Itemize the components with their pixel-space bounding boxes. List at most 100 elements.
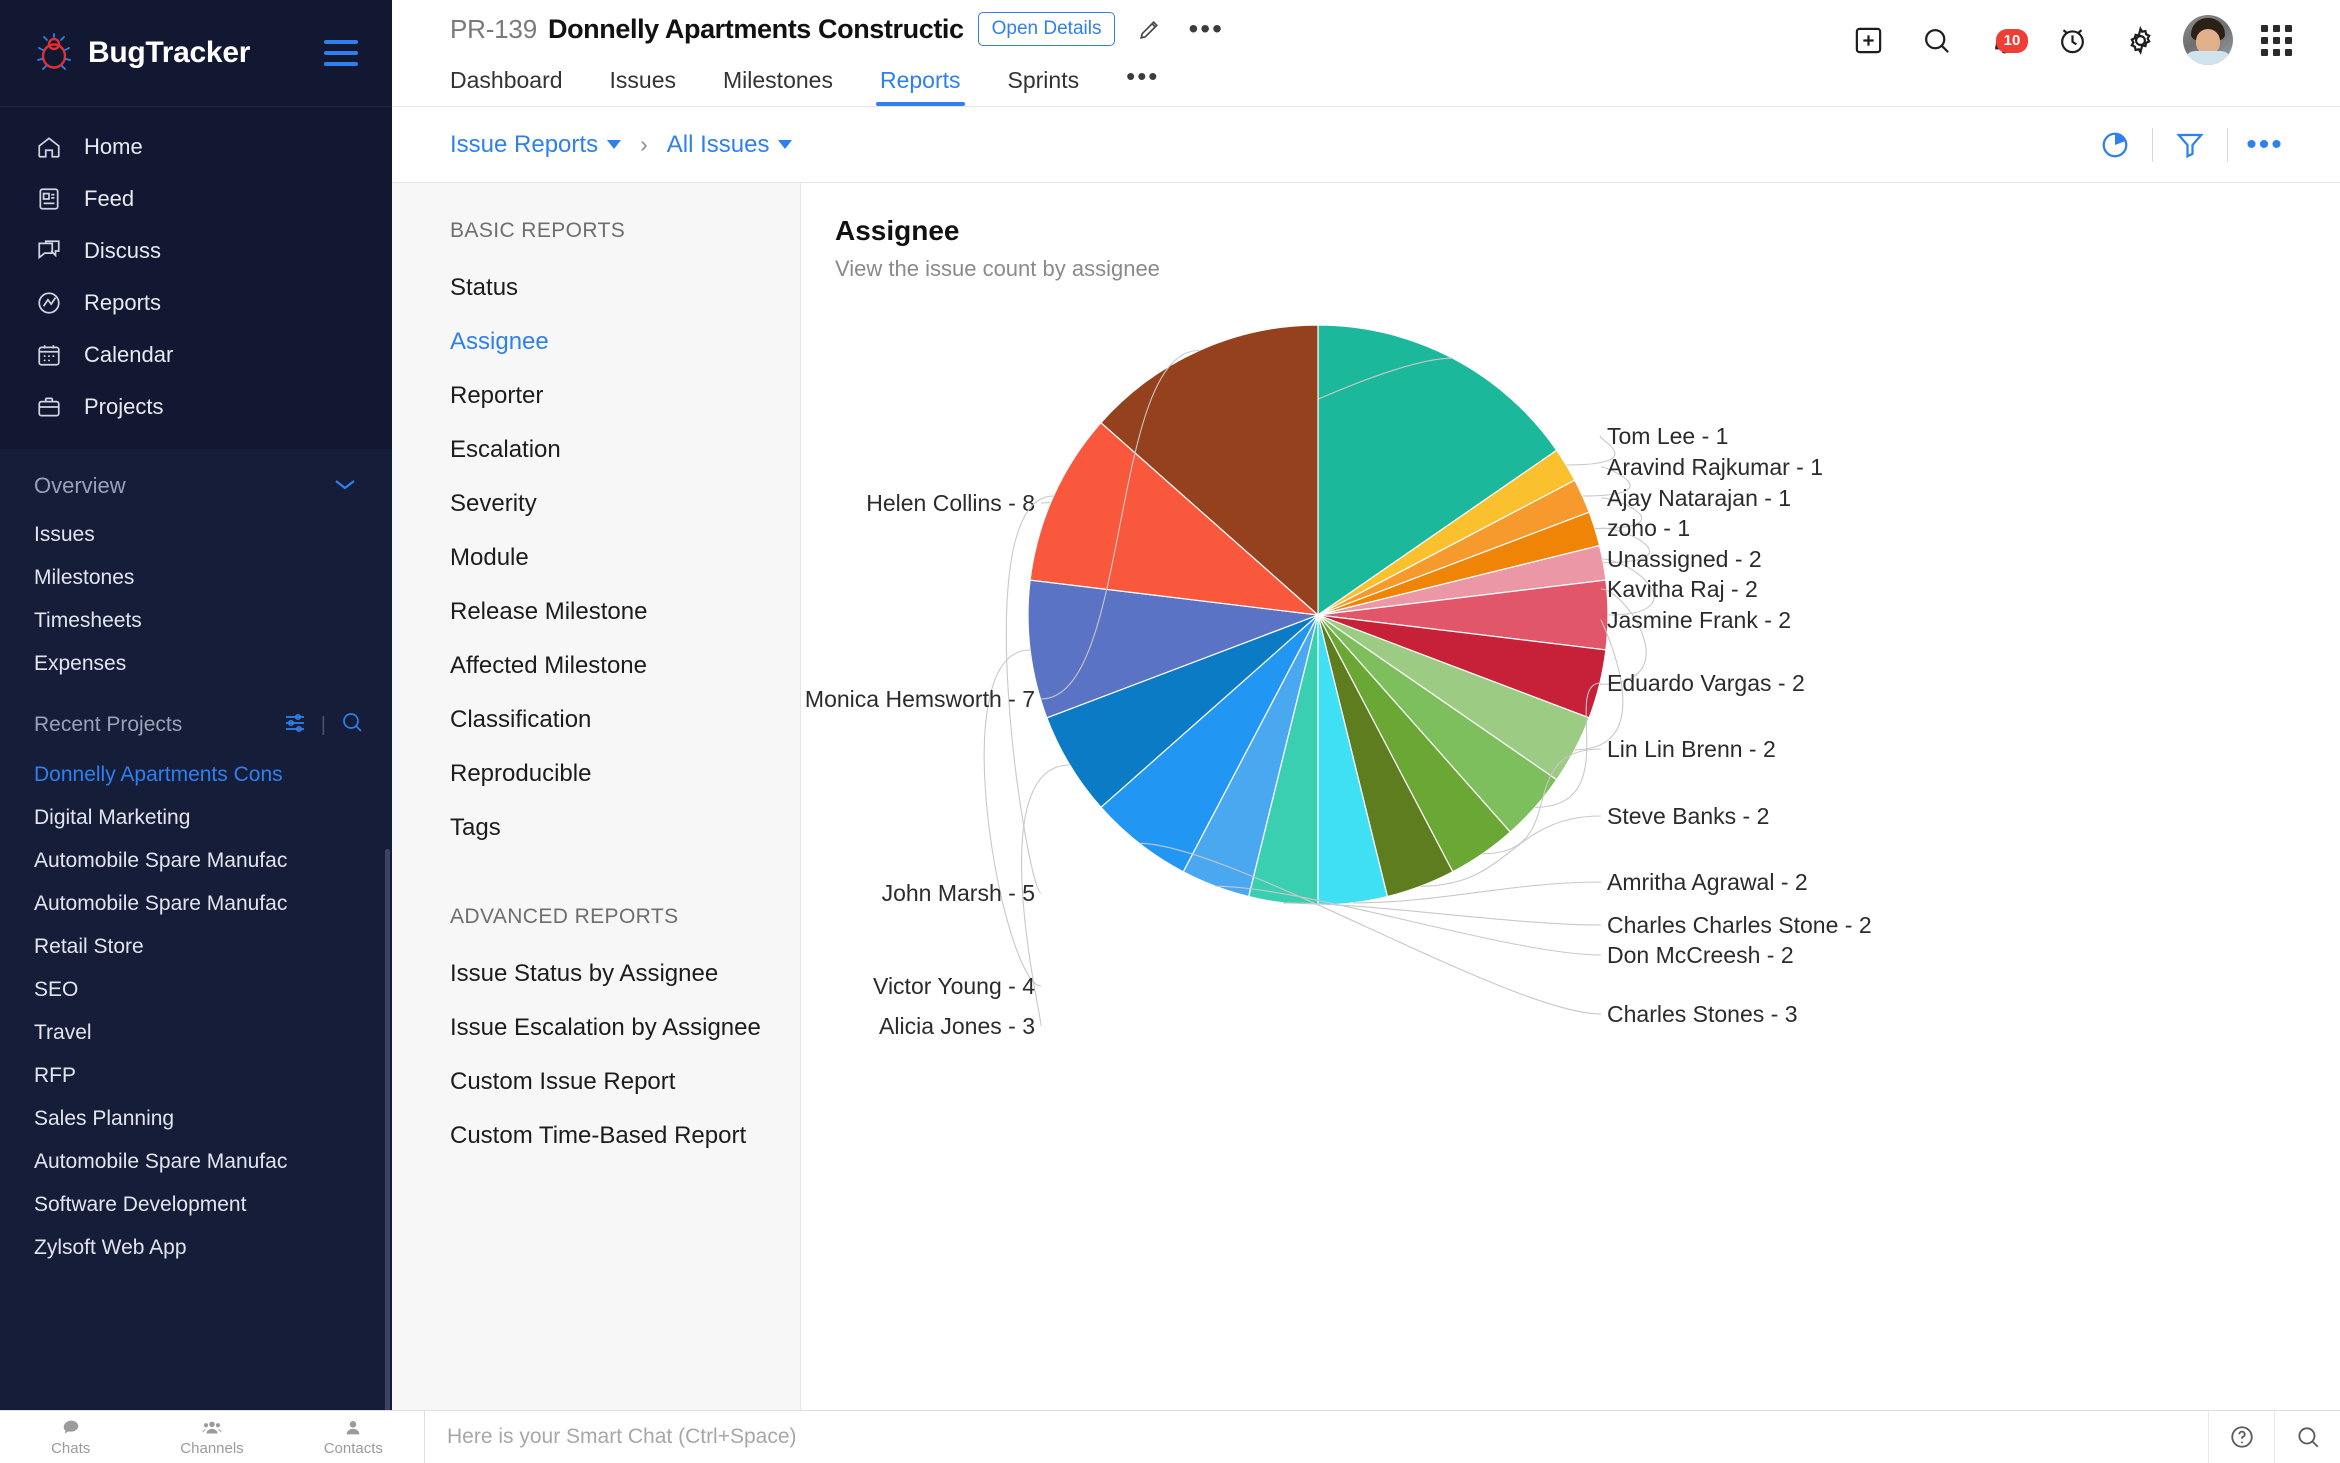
pie-slice-label: Aravind Rajkumar - 1 <box>1607 454 1823 480</box>
open-details-button[interactable]: Open Details <box>978 12 1116 46</box>
pie-chart-svg[interactable]: Helen Collins - 8Tom Lee - 1Aravind Rajk… <box>801 183 2309 1413</box>
tab-label: Milestones <box>723 67 833 93</box>
sidebar-item-milestones[interactable]: Milestones <box>0 556 392 599</box>
recent-project-item[interactable]: Retail Store <box>0 925 392 968</box>
tab-dashboard[interactable]: Dashboard <box>450 67 563 106</box>
sidebar-item-label: Home <box>84 134 143 160</box>
report-item-label: Tags <box>450 814 501 842</box>
report-item-reporter[interactable]: Reporter <box>392 369 800 423</box>
report-item-status[interactable]: Status <box>392 261 800 315</box>
report-item-escalation[interactable]: Escalation <box>392 423 800 477</box>
recent-project-item[interactable]: Donnelly Apartments Cons <box>0 753 392 796</box>
recent-project-item[interactable]: Automobile Spare Manufac <box>0 839 392 882</box>
recent-project-label: Software Development <box>34 1193 246 1217</box>
sidebar-item-expenses[interactable]: Expenses <box>0 642 392 685</box>
recent-project-item[interactable]: Software Development <box>0 1183 392 1226</box>
recent-projects-label: Recent Projects <box>34 713 182 737</box>
report-item-tags[interactable]: Tags <box>392 801 800 855</box>
report-item-severity[interactable]: Severity <box>392 477 800 531</box>
recent-project-item[interactable]: Sales Planning <box>0 1097 392 1140</box>
recent-project-item[interactable]: SEO <box>0 968 392 1011</box>
sidebar-item-reports[interactable]: Reports <box>0 277 392 329</box>
recent-project-item[interactable]: Digital Marketing <box>0 796 392 839</box>
recent-project-item[interactable]: RFP <box>0 1054 392 1097</box>
add-icon[interactable] <box>1834 25 1902 56</box>
recent-project-item[interactable]: Zylsoft Web App <box>0 1226 392 1269</box>
dock-item-contacts[interactable]: Contacts <box>283 1417 424 1457</box>
report-item-custom-issue-report[interactable]: Custom Issue Report <box>392 1055 800 1109</box>
report-item-issue-status-by-assignee[interactable]: Issue Status by Assignee <box>392 947 800 1001</box>
report-item-custom-time-based-report[interactable]: Custom Time-Based Report <box>392 1109 800 1163</box>
dock-item-chats[interactable]: Chats <box>0 1417 141 1457</box>
gear-icon[interactable] <box>2106 25 2174 56</box>
smart-chat-input[interactable]: Here is your Smart Chat (Ctrl+Space) <box>425 1425 797 1449</box>
sidebar-item-feed[interactable]: Feed <box>0 173 392 225</box>
sidebar-item-home[interactable]: Home <box>0 121 392 173</box>
filter-settings-icon[interactable] <box>283 710 307 740</box>
tabs-more-icon[interactable]: ••• <box>1126 61 1159 106</box>
dock-item-channels[interactable]: Channels <box>141 1417 282 1457</box>
sidebar-item-calendar[interactable]: Calendar <box>0 329 392 381</box>
report-item-label: Assignee <box>450 328 549 356</box>
recent-project-label: RFP <box>34 1064 76 1088</box>
sidebar-scrollbar[interactable] <box>385 849 390 1463</box>
recent-projects-header: Recent Projects | <box>0 697 392 753</box>
recent-project-item[interactable]: Automobile Spare Manufac <box>0 882 392 925</box>
tab-milestones[interactable]: Milestones <box>723 67 833 106</box>
search-icon[interactable] <box>340 710 364 740</box>
sidebar-item-issues[interactable]: Issues <box>0 513 392 556</box>
report-item-label: Status <box>450 274 518 302</box>
report-item-affected-milestone[interactable]: Affected Milestone <box>392 639 800 693</box>
brand-name: BugTracker <box>88 36 250 70</box>
sidebar-item-discuss[interactable]: Discuss <box>0 225 392 277</box>
tab-sprints[interactable]: Sprints <box>1008 67 1080 106</box>
sidebar-toggle-button[interactable] <box>324 40 358 66</box>
ellipsis-icon[interactable]: ••• <box>1188 15 1223 43</box>
filter-icon[interactable] <box>2153 130 2227 160</box>
sidebar-item-timesheets[interactable]: Timesheets <box>0 599 392 642</box>
pie-slice-label: Victor Young - 4 <box>873 973 1035 999</box>
notification-badge: 10 <box>1996 29 2028 53</box>
notification-bell-icon[interactable]: 10 <box>1970 25 2038 56</box>
breadcrumb-item-issue-reports[interactable]: Issue Reports <box>450 131 621 159</box>
report-item-label: Custom Time-Based Report <box>450 1122 746 1150</box>
dock-label: Contacts <box>324 1440 383 1457</box>
tab-issues[interactable]: Issues <box>610 67 676 106</box>
pie-slice-label: Lin Lin Brenn - 2 <box>1607 736 1776 762</box>
overview-section-header[interactable]: Overview <box>0 459 392 513</box>
sidebar-item-projects[interactable]: Projects <box>0 381 392 433</box>
pencil-icon[interactable] <box>1137 17 1162 42</box>
person-icon <box>342 1417 364 1439</box>
recent-project-item[interactable]: Travel <box>0 1011 392 1054</box>
help-icon[interactable] <box>2208 1411 2274 1463</box>
sidebar: BugTracker Home Feed <box>0 0 392 1463</box>
chat-dock: Chats Channels Contacts <box>0 1410 425 1463</box>
apps-grid-icon[interactable] <box>2242 25 2310 56</box>
report-item-reproducible[interactable]: Reproducible <box>392 747 800 801</box>
tab-reports[interactable]: Reports <box>880 67 961 106</box>
search-icon[interactable] <box>2274 1411 2340 1463</box>
report-item-issue-escalation-by-assignee[interactable]: Issue Escalation by Assignee <box>392 1001 800 1055</box>
report-item-classification[interactable]: Classification <box>392 693 800 747</box>
report-item-label: Classification <box>450 706 591 734</box>
sidebar-item-label: Projects <box>84 394 163 420</box>
chevron-down-icon <box>332 475 358 498</box>
breadcrumb-separator: › <box>640 131 648 158</box>
tab-label: Reports <box>880 67 961 93</box>
pie-chart[interactable]: Helen Collins - 8Tom Lee - 1Aravind Rajk… <box>801 183 2340 1463</box>
recent-project-item[interactable]: Automobile Spare Manufac <box>0 1140 392 1183</box>
timer-icon[interactable] <box>2038 25 2106 56</box>
search-icon[interactable] <box>1902 25 1970 56</box>
pie-leader-line <box>1283 903 1601 925</box>
avatar[interactable] <box>2174 15 2242 65</box>
breadcrumb-label: Issue Reports <box>450 131 598 159</box>
report-item-module[interactable]: Module <box>392 531 800 585</box>
report-item-label: Affected Milestone <box>450 652 647 680</box>
chart-type-icon[interactable] <box>2078 130 2152 160</box>
recent-project-label: Automobile Spare Manufac <box>34 892 287 916</box>
more-options-icon[interactable]: ••• <box>2228 130 2302 160</box>
breadcrumb-item-all-issues[interactable]: All Issues <box>667 131 793 159</box>
pie-slice-label: Unassigned - 2 <box>1607 546 1762 572</box>
report-item-assignee[interactable]: Assignee <box>392 315 800 369</box>
report-item-release-milestone[interactable]: Release Milestone <box>392 585 800 639</box>
